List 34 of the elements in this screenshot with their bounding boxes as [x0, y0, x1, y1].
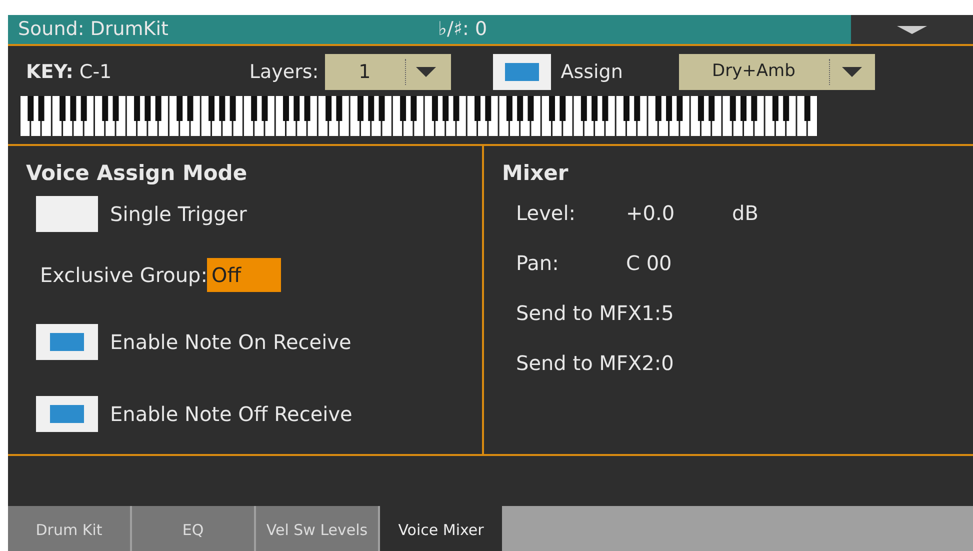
caret-icon	[897, 26, 927, 34]
menu-button[interactable]	[851, 15, 973, 44]
unit-label: dB	[732, 200, 758, 227]
mixer-label: Level:	[516, 200, 577, 227]
section-title: Voice Assign Mode	[26, 160, 248, 186]
exclusive-group-label: Exclusive Group:	[40, 262, 208, 289]
exclusive-group-field[interactable]: Off	[207, 258, 282, 292]
mixer-label: Send to MFX1:5	[516, 300, 674, 327]
layers-dropdown[interactable]: 1	[324, 54, 451, 90]
tab[interactable]: Drum Kit	[8, 506, 130, 551]
layers-label: Layers:	[249, 60, 319, 85]
option-checkbox[interactable]	[36, 396, 98, 432]
tab[interactable]: Vel Sw Levels	[256, 506, 378, 551]
transpose-readout: ♭/♯: 0	[438, 17, 488, 42]
mixer-value: C 00	[626, 250, 673, 277]
option-label: Enable Note On Receive	[110, 329, 352, 356]
section-title: Mixer	[502, 160, 570, 186]
option-checkbox[interactable]	[36, 324, 98, 360]
tab[interactable]: Voice Mixer	[380, 506, 502, 551]
option-label: Enable Note Off Receive	[110, 401, 352, 428]
assign-label: Assign	[560, 60, 624, 85]
mixer-value: +0.0	[626, 200, 676, 227]
caret-icon	[842, 67, 862, 77]
key-value: C-1	[79, 60, 113, 85]
single-trigger-label: Single Trigger	[110, 201, 247, 228]
window-title: Sound: DrumKit	[18, 17, 170, 42]
mixer-label: Send to MFX2:0	[516, 350, 674, 377]
assign-checkbox[interactable]	[492, 54, 551, 90]
mixer-label: Pan:	[516, 250, 560, 277]
caret-icon	[416, 67, 436, 77]
tab[interactable]: EQ	[132, 506, 254, 551]
assign-dropdown[interactable]: Dry+Amb	[678, 54, 875, 90]
key-label: KEY:	[26, 60, 74, 85]
single-trigger-checkbox[interactable]	[36, 196, 98, 232]
